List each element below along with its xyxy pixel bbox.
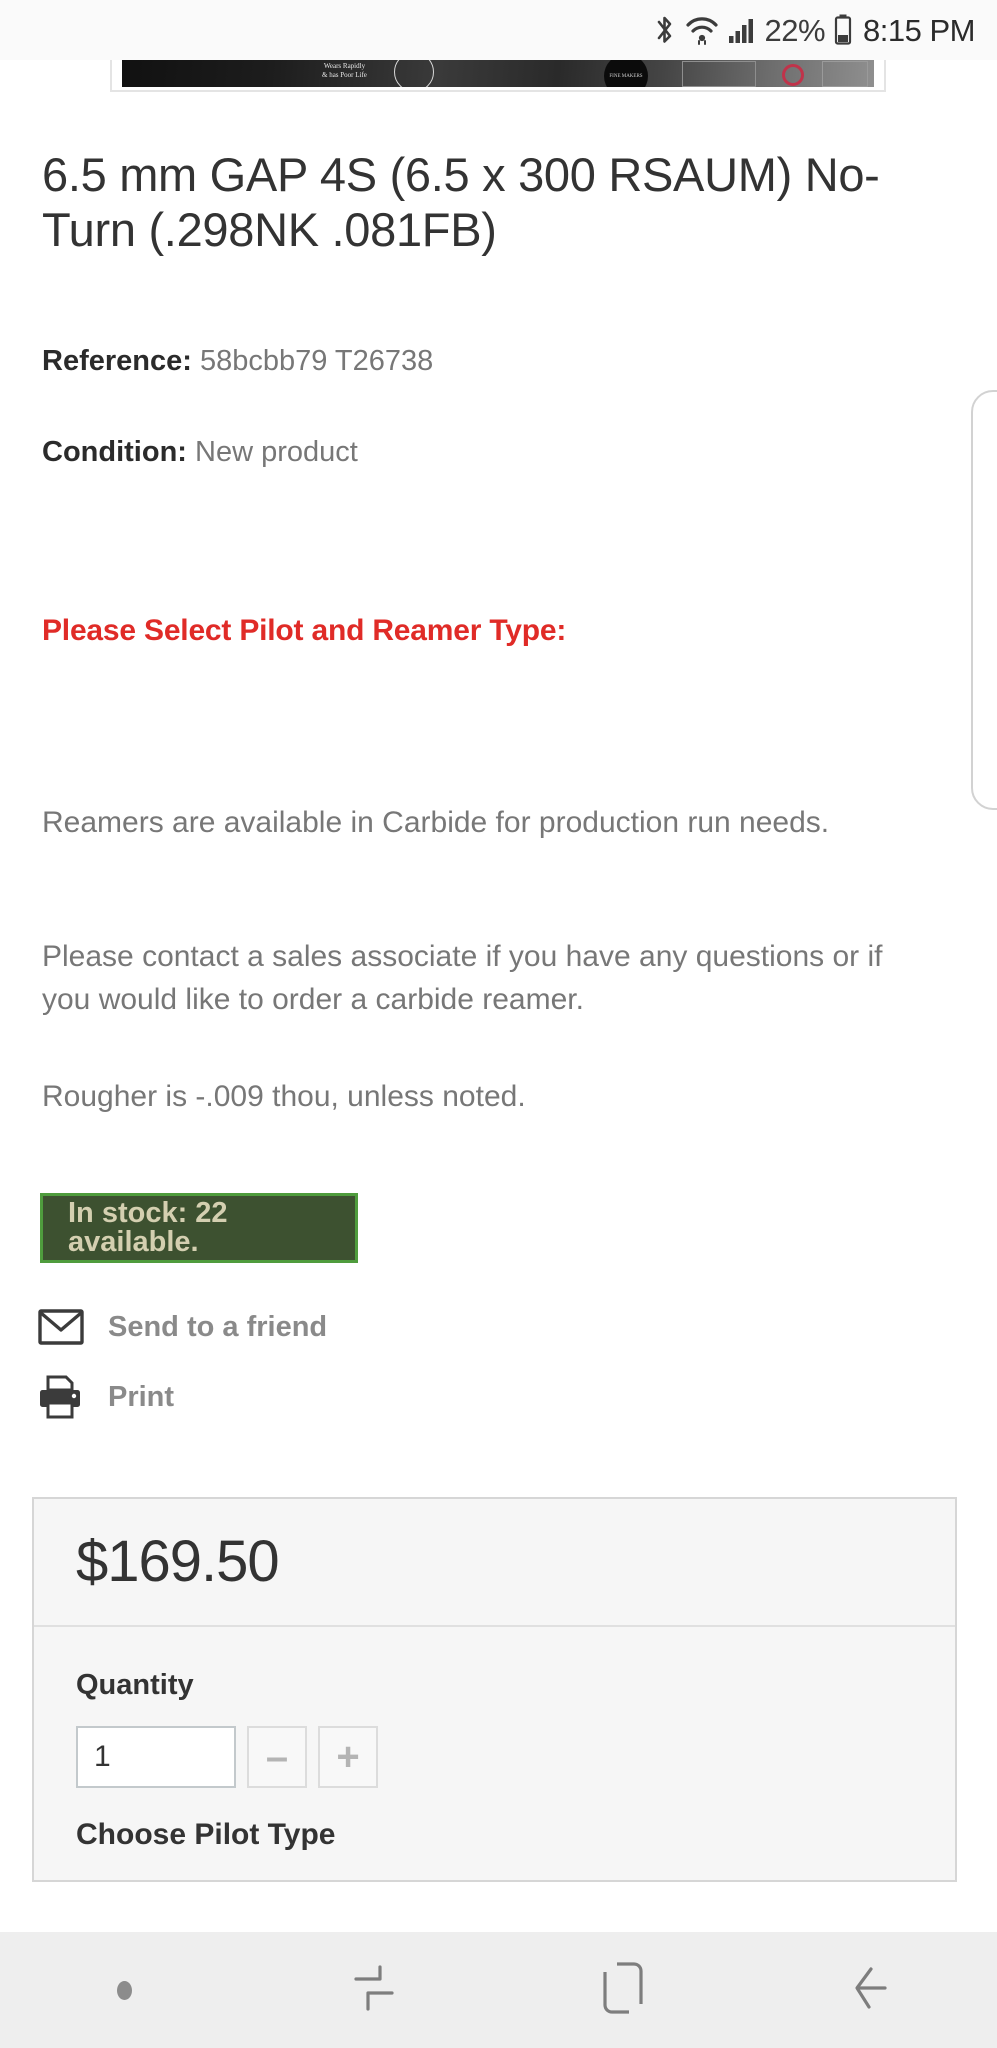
price-row: $169.50 <box>34 1499 955 1627</box>
banner-seal-icon: FINE MAKERS <box>604 60 648 87</box>
banner-box-graphic-2 <box>822 61 868 87</box>
banner-red-ring-icon <box>782 64 804 86</box>
back-icon <box>847 1963 897 2018</box>
status-badge: In stock: 22 available. <box>40 1193 358 1263</box>
quantity-increase-button[interactable]: + <box>318 1726 378 1788</box>
product-banner-image[interactable]: Wears Rapidly & has Poor Life FINE MAKER… <box>110 60 886 92</box>
minus-icon: – <box>265 1735 289 1779</box>
send-to-friend-link[interactable]: Send to a friend <box>36 1303 327 1351</box>
quantity-block: Quantity – + <box>34 1627 955 1788</box>
battery-icon <box>834 14 852 46</box>
banner-caption: Wears Rapidly & has Poor Life <box>322 62 367 79</box>
menu-dot-button[interactable] <box>0 1932 249 2048</box>
product-price: $169.50 <box>76 1529 280 1594</box>
bluetooth-icon <box>654 14 676 46</box>
scrollbar-overlay[interactable] <box>971 390 997 810</box>
condition-label: Condition: <box>42 436 187 468</box>
phone-screen: 22% 8:15 PM Wears Rapidly & has Poor Lif… <box>0 0 997 2048</box>
back-button[interactable] <box>748 1932 997 2048</box>
printer-icon <box>36 1373 86 1421</box>
menu-dot-icon <box>117 1980 133 2000</box>
reference-value: 58bcbb79 T26738 <box>199 345 434 377</box>
product-reference: Reference: 58bcbb79 T26738 <box>42 347 433 376</box>
select-pilot-reamer-note: Please Select Pilot and Reamer Type: <box>42 614 567 647</box>
purchase-panel: $169.50 Quantity – + Choose Pilot Type <box>32 1497 957 1882</box>
choose-pilot-type-label: Choose Pilot Type <box>76 1818 336 1851</box>
android-navigation-bar <box>0 1932 997 2048</box>
webpage-viewport[interactable]: Wears Rapidly & has Poor Life FINE MAKER… <box>0 60 997 1932</box>
description-paragraph-1: Reamers are available in Carbide for pro… <box>42 806 830 839</box>
quantity-controls: – + <box>76 1726 955 1788</box>
print-link[interactable]: Print <box>36 1373 174 1421</box>
envelope-icon <box>36 1303 86 1351</box>
recents-icon <box>350 1963 398 2018</box>
wifi-icon <box>685 15 719 45</box>
reference-label: Reference: <box>42 345 192 377</box>
description-paragraph-3: Rougher is -.009 thou, unless noted. <box>42 1080 526 1113</box>
battery-percent-label: 22% <box>764 12 826 48</box>
print-label: Print <box>108 1380 175 1413</box>
quantity-label: Quantity <box>76 1669 194 1701</box>
condition-value: New product <box>195 436 358 468</box>
clock-label: 8:15 PM <box>863 12 975 48</box>
home-icon <box>601 1961 645 2020</box>
quantity-input[interactable] <box>76 1726 236 1788</box>
banner-box-graphic <box>682 61 756 87</box>
product-condition: Condition: New product <box>42 438 358 467</box>
banner-artwork: Wears Rapidly & has Poor Life FINE MAKER… <box>122 60 874 87</box>
cellular-signal-icon <box>728 16 756 44</box>
banner-circle-graphic <box>394 60 434 87</box>
status-bar: 22% 8:15 PM <box>0 0 997 60</box>
send-to-friend-label: Send to a friend <box>108 1310 328 1343</box>
description-paragraph-2: Please contact a sales associate if you … <box>42 940 883 1016</box>
plus-icon: + <box>336 1735 360 1779</box>
home-button[interactable] <box>499 1932 748 2048</box>
quantity-decrease-button[interactable]: – <box>247 1726 307 1788</box>
stock-availability-label: In stock: 22 available. <box>68 1197 228 1258</box>
recents-button[interactable] <box>249 1932 498 2048</box>
page-title: 6.5 mm GAP 4S (6.5 x 300 RSAUM) No-Turn … <box>42 148 880 256</box>
